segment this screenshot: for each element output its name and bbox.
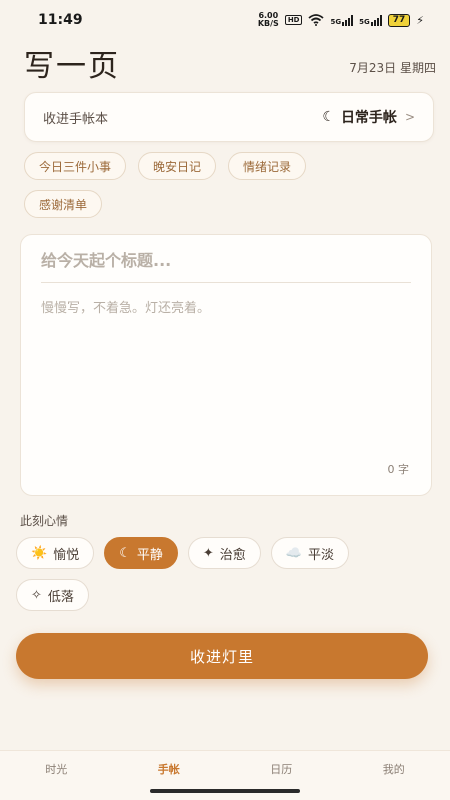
journal-editor: 0 字 [20, 234, 432, 496]
template-tag[interactable]: 感谢清单 [24, 190, 103, 218]
page-date: 7月23日 星期四 [349, 60, 436, 75]
mood-option-joyful[interactable]: ☀️ 愉悦 [16, 537, 95, 569]
signal-icon: 5G [330, 14, 354, 26]
char-count: 0 字 [387, 463, 410, 476]
title-input[interactable] [41, 251, 411, 283]
template-tags: 今日三件小事 晚安日记 情绪记录 感谢清单 [24, 152, 354, 218]
mood-label: 此刻心情 [20, 514, 69, 528]
hd-icon: HD [284, 15, 303, 25]
moon-icon: ☾ [119, 545, 131, 561]
submit-button[interactable]: 收进灯里 [16, 633, 428, 679]
network-speed: 6.00 KB/S [257, 11, 279, 28]
template-tag[interactable]: 晚安日记 [138, 152, 217, 180]
tab-profile[interactable]: 我的 [354, 761, 434, 777]
signal-icon: 5G [359, 14, 382, 26]
mood-option-healing[interactable]: ✦ 治愈 [187, 537, 261, 569]
charging-icon: ⚡ [416, 13, 424, 27]
template-tag[interactable]: 今日三件小事 [24, 152, 127, 180]
chevron-right-icon: > [404, 110, 415, 124]
mood-option-calm[interactable]: ☾ 平静 [104, 537, 178, 569]
mood-option-plain[interactable]: ☁️ 平淡 [270, 537, 349, 569]
notebook-selector[interactable]: 收进手帐本 ☾ 日常手帐 > [24, 92, 434, 142]
status-bar: 11:49 6.00 KB/S HD 5G 5G 77 ⚡ [0, 0, 450, 40]
cloud-icon: ☁️ [285, 545, 302, 561]
sparkle-icon: ✦ [202, 545, 214, 561]
mood-options: ☀️ 愉悦 ☾ 平静 ✦ 治愈 ☁️ 平淡 ✧ 低落 [16, 537, 426, 611]
home-indicator[interactable] [150, 789, 300, 793]
notebook-label: 收进手帐本 [43, 111, 109, 127]
status-icons: 6.00 KB/S HD 5G 5G 77 ⚡ [258, 12, 424, 28]
status-time: 11:49 [38, 12, 83, 28]
moon-icon: ☾ [322, 109, 335, 125]
tab-journal[interactable]: 手帐 [129, 761, 209, 777]
body-input[interactable] [41, 297, 411, 447]
battery-icon: 77 [387, 13, 411, 27]
notebook-value: ☾ 日常手帐 [322, 109, 397, 126]
sun-icon: ☀️ [31, 545, 48, 561]
header: 写一页 7月23日 星期四 [24, 40, 436, 86]
tab-timeline[interactable]: 时光 [16, 761, 96, 777]
page-title: 写一页 [24, 49, 120, 84]
star-outline-icon: ✧ [31, 587, 42, 603]
template-tag[interactable]: 情绪记录 [228, 152, 307, 180]
tab-calendar[interactable]: 日历 [241, 761, 321, 777]
mood-option-low[interactable]: ✧ 低落 [16, 579, 89, 611]
wifi-icon [308, 14, 325, 26]
